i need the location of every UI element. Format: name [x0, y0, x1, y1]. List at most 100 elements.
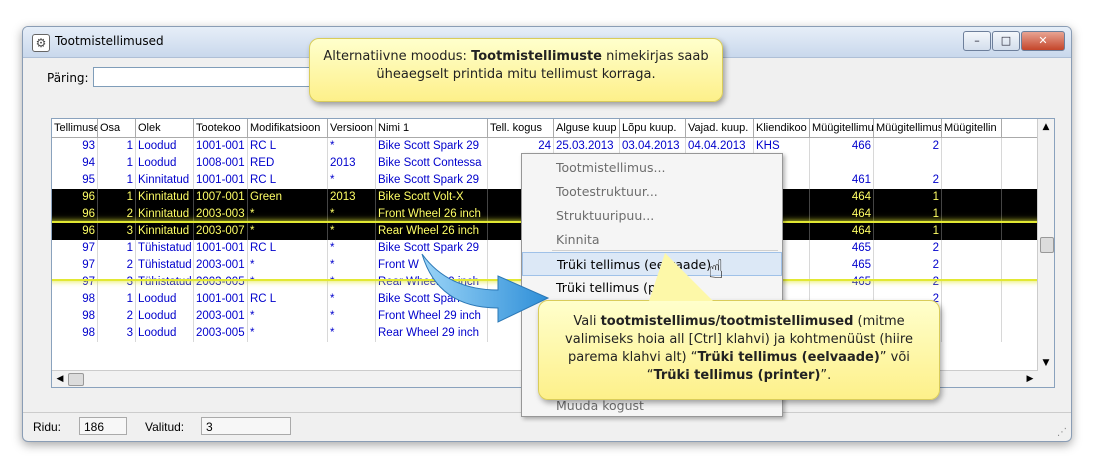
table-cell: 1	[98, 155, 136, 172]
table-cell: 1	[874, 223, 942, 240]
column-header[interactable]: Tell. kogus	[488, 119, 554, 137]
table-cell: 1007-001	[194, 189, 248, 206]
callout-instructions: Vali tootmistellimus/tootmistellimused (…	[538, 253, 940, 400]
table-cell: *	[328, 257, 376, 274]
column-header[interactable]: Vajad. kuup.	[686, 119, 754, 137]
table-cell: Green	[248, 189, 328, 206]
table-cell: 2	[874, 240, 942, 257]
vertical-scrollbar[interactable]: ▲ ▼	[1037, 119, 1054, 387]
scroll-right-arrow-icon[interactable]: ▶	[1022, 371, 1038, 387]
column-header[interactable]: Müügitellimu	[810, 119, 874, 137]
table-cell: 465	[810, 257, 874, 274]
scroll-up-arrow-icon[interactable]: ▲	[1038, 119, 1054, 135]
table-cell: 1	[98, 172, 136, 189]
table-cell: 464	[810, 223, 874, 240]
table-cell	[942, 189, 1002, 206]
column-header[interactable]: Versioon	[328, 119, 376, 137]
horizontal-scroll-thumb[interactable]	[68, 373, 84, 386]
table-cell: Tühistatud	[136, 274, 194, 291]
table-cell: 2003-007	[194, 223, 248, 240]
table-cell	[942, 155, 1002, 172]
table-cell	[942, 240, 1002, 257]
resize-grip-icon[interactable]: ⋰	[1057, 427, 1067, 438]
column-header[interactable]: Tellimuse	[52, 119, 98, 137]
table-cell: 1001-001	[194, 291, 248, 308]
table-cell: 465	[810, 240, 874, 257]
table-cell	[810, 155, 874, 172]
table-cell: 1	[98, 138, 136, 155]
table-cell	[942, 172, 1002, 189]
table-cell: 1	[98, 240, 136, 257]
table-cell: Loodud	[136, 138, 194, 155]
column-header[interactable]: Olek	[136, 119, 194, 137]
column-header[interactable]: Osa	[98, 119, 136, 137]
table-cell	[942, 206, 1002, 223]
table-cell: 2	[98, 257, 136, 274]
table-cell: 98	[52, 291, 98, 308]
vertical-scroll-thumb[interactable]	[1040, 237, 1054, 253]
table-cell	[942, 223, 1002, 240]
table-cell: RC L	[248, 240, 328, 257]
query-input[interactable]	[93, 67, 335, 87]
table-cell: 2013	[328, 155, 376, 172]
table-cell: 3	[98, 223, 136, 240]
table-cell: Bike Scott Contessa	[376, 155, 488, 172]
table-cell: *	[248, 206, 328, 223]
table-cell	[942, 257, 1002, 274]
column-header[interactable]: Müügitellin	[942, 119, 1002, 137]
table-cell: 93	[52, 138, 98, 155]
column-header[interactable]: Nimi 1	[376, 119, 488, 137]
table-cell: 97	[52, 257, 98, 274]
table-cell: Loodud	[136, 291, 194, 308]
table-cell: 98	[52, 308, 98, 325]
context-menu-item[interactable]: Tootestruktuur...	[522, 180, 782, 204]
close-button[interactable]: ✕	[1021, 31, 1065, 51]
callout-tail	[649, 253, 713, 301]
column-header[interactable]: Kliendikoo	[754, 119, 810, 137]
table-cell: *	[328, 223, 376, 240]
table-cell: *	[328, 308, 376, 325]
column-header[interactable]: Modifikatsioon	[248, 119, 328, 137]
scroll-down-arrow-icon[interactable]: ▼	[1038, 355, 1054, 371]
column-header[interactable]: Alguse kuup	[554, 119, 620, 137]
table-cell: 1001-001	[194, 240, 248, 257]
app-gear-icon: ⚙	[32, 34, 50, 52]
table-cell: *	[328, 240, 376, 257]
table-cell: Kinnitatud	[136, 172, 194, 189]
table-cell: Bike Scott Spark 29	[376, 172, 488, 189]
table-cell: 2	[98, 308, 136, 325]
scroll-left-arrow-icon[interactable]: ◀	[52, 371, 68, 387]
window-title: Tootmistellimused	[55, 34, 164, 48]
table-cell: 1001-001	[194, 138, 248, 155]
table-cell: *	[328, 172, 376, 189]
table-cell: 98	[52, 325, 98, 342]
context-menu-item[interactable]: Kinnita	[522, 228, 782, 252]
table-cell: 96	[52, 189, 98, 206]
table-cell: *	[248, 308, 328, 325]
table-cell: *	[328, 274, 376, 291]
table-cell: 2	[874, 257, 942, 274]
column-header[interactable]: Tootekoo	[194, 119, 248, 137]
table-cell: 94	[52, 155, 98, 172]
table-cell: Bike Scott Volt-X	[376, 189, 488, 206]
table-cell: 97	[52, 274, 98, 291]
table-cell: 2	[874, 138, 942, 155]
context-menu-item[interactable]: Struktuuripuu...	[522, 204, 782, 228]
table-cell: 2003-001	[194, 257, 248, 274]
table-cell: 2	[98, 206, 136, 223]
minimize-button[interactable]: –	[963, 31, 991, 51]
table-cell: 2013	[328, 189, 376, 206]
menu-separator	[552, 250, 778, 251]
table-cell: 1	[98, 189, 136, 206]
selected-count-value: 3	[201, 417, 291, 435]
table-cell: Rear Wheel 26 inch	[376, 223, 488, 240]
context-menu-item[interactable]: Tootmistellimus...	[522, 156, 782, 180]
column-header[interactable]: Müügitellimus	[874, 119, 942, 137]
table-cell: *	[328, 206, 376, 223]
table-cell: RC L	[248, 172, 328, 189]
table-cell: *	[328, 138, 376, 155]
column-header[interactable]: Lõpu kuup.	[620, 119, 686, 137]
table-cell: RC L	[248, 138, 328, 155]
table-cell: Loodud	[136, 308, 194, 325]
maximize-button[interactable]: □	[992, 31, 1020, 51]
